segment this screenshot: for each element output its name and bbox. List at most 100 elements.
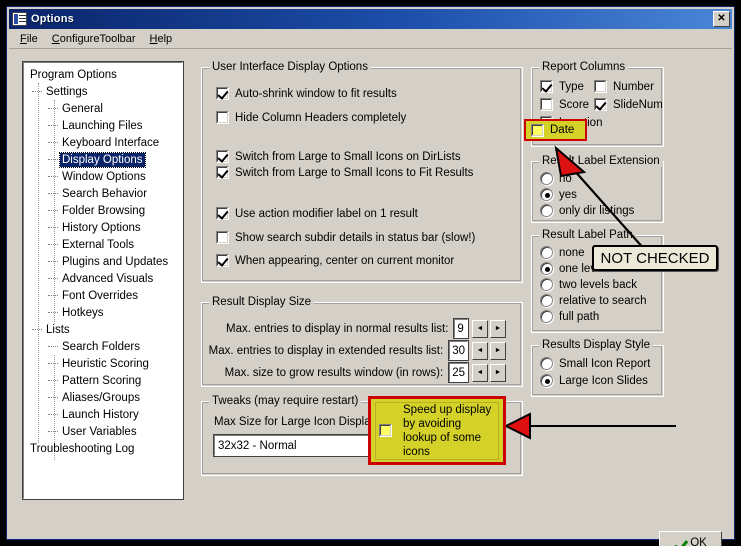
checkbox-switch-small-icons-dirlists[interactable]: Switch from Large to Small Icons on DirL… [216, 150, 461, 163]
tree-item-label: General [62, 102, 103, 115]
checkbox-box[interactable] [216, 254, 229, 267]
checkbox-box[interactable] [216, 150, 229, 163]
tree-item-heuristic-scoring[interactable]: Heuristic Scoring [24, 355, 182, 372]
tree-item-label: Display Options [59, 151, 146, 168]
radio-path-full-path[interactable]: full path [540, 310, 599, 323]
close-icon[interactable]: ✕ [713, 11, 730, 27]
radio-label: none [559, 246, 585, 259]
tree-connector-icon [48, 278, 58, 279]
checkbox-box[interactable] [540, 80, 553, 93]
tree-item-history-options[interactable]: History Options [24, 219, 182, 236]
menu-item-configuretoolbar[interactable]: ConfigureToolbar [45, 31, 143, 47]
tree-item-pattern-scoring[interactable]: Pattern Scoring [24, 372, 182, 389]
spin-left-icon[interactable]: ◄ [472, 363, 488, 382]
tree-item-label: Plugins and Updates [62, 255, 169, 268]
radio-ext-no[interactable]: no [540, 172, 572, 185]
radio-label: two levels back [559, 278, 637, 291]
max-entries-normal-input[interactable]: 9 [453, 318, 469, 339]
checkbox-switch-small-icons-fit-results[interactable]: Switch from Large to Small Icons to Fit … [216, 166, 473, 179]
max-icon-size-combo[interactable]: 32x32 - Normal ▼ [213, 434, 389, 457]
radio-path-relative-to-search[interactable]: relative to search [540, 294, 647, 307]
checkbox-col-date[interactable] [531, 123, 544, 137]
tree-item-label: Search Behavior [62, 187, 148, 200]
max-entries-extended-input[interactable]: 30 [448, 340, 469, 361]
checkbox-center-on-monitor[interactable]: When appearing, center on current monito… [216, 254, 454, 267]
menu-item-help[interactable]: Help [143, 31, 180, 47]
radio-circle[interactable] [540, 310, 553, 323]
ok-button[interactable]: OK [659, 531, 722, 546]
tree-item-window-options[interactable]: Window Options [24, 168, 182, 185]
tree-connector-icon [48, 142, 58, 143]
radio-ext-yes[interactable]: yes [540, 188, 577, 201]
checkbox-hide-column-headers[interactable]: Hide Column Headers completely [216, 111, 406, 124]
radio-circle[interactable] [540, 374, 553, 387]
tree-item-aliases-groups[interactable]: Aliases/Groups [24, 389, 182, 406]
radio-path-two-levels-back[interactable]: two levels back [540, 278, 637, 291]
radio-circle[interactable] [540, 278, 553, 291]
tree-item-font-overrides[interactable]: Font Overrides [24, 287, 182, 304]
spin-right-icon[interactable]: ► [490, 319, 506, 338]
tree-item-launch-history[interactable]: Launch History [24, 406, 182, 423]
tree-item-external-tools[interactable]: External Tools [24, 236, 182, 253]
checkbox-box[interactable] [216, 231, 229, 244]
group-title-label-path: Result Label Path [539, 229, 636, 241]
radio-circle[interactable] [540, 246, 553, 259]
tree-connector-icon [48, 176, 58, 177]
tree-connector-icon [48, 108, 58, 109]
checkbox-auto-shrink[interactable]: Auto-shrink window to fit results [216, 87, 397, 100]
radio-ext-only-dir-listings[interactable]: only dir listings [540, 204, 634, 217]
spinner-normal[interactable]: ◄ ► [472, 319, 506, 338]
spin-right-icon[interactable]: ► [490, 363, 506, 382]
tree-item-advanced-visuals[interactable]: Advanced Visuals [24, 270, 182, 287]
radio-circle[interactable] [540, 262, 553, 275]
tree-item-keyboard-interface[interactable]: Keyboard Interface [24, 134, 182, 151]
tree-item-display-options[interactable]: Display Options [24, 151, 182, 168]
checkbox-box[interactable] [216, 166, 229, 179]
radio-circle[interactable] [540, 172, 553, 185]
spin-right-icon[interactable]: ► [490, 341, 506, 360]
checkbox-box[interactable] [216, 207, 229, 220]
tree-item-lists[interactable]: Lists [24, 321, 182, 338]
checkbox-label: Type [559, 80, 584, 93]
radio-circle[interactable] [540, 188, 553, 201]
menu-item-file[interactable]: File [13, 31, 45, 47]
spinner-grow[interactable]: ◄ ► [472, 363, 506, 382]
tree-item-plugins-and-updates[interactable]: Plugins and Updates [24, 253, 182, 270]
tree-item-general[interactable]: General [24, 100, 182, 117]
checkbox-speedup-icons[interactable] [379, 424, 392, 437]
radio-style-large-icon-slides[interactable]: Large Icon Slides [540, 374, 648, 387]
checkbox-col-type[interactable]: Type [540, 80, 584, 93]
checkbox-box[interactable] [216, 87, 229, 100]
settings-tree[interactable]: Program Options Settings General Launching … [22, 61, 184, 500]
spin-left-icon[interactable]: ◄ [472, 319, 488, 338]
tree-item-settings[interactable]: Settings [24, 83, 182, 100]
tree-item-troubleshooting-log[interactable]: Troubleshooting Log [24, 440, 182, 457]
spinner-extended[interactable]: ◄ ► [472, 341, 506, 360]
checkbox-col-score[interactable]: Score [540, 98, 589, 111]
tree-item-hotkeys[interactable]: Hotkeys [24, 304, 182, 321]
max-grow-rows-input[interactable]: 25 [448, 362, 469, 383]
radio-circle[interactable] [540, 204, 553, 217]
checkbox-show-subdir-details[interactable]: Show search subdir details in status bar… [216, 231, 475, 244]
checkbox-box[interactable] [216, 111, 229, 124]
tree-item-folder-browsing[interactable]: Folder Browsing [24, 202, 182, 219]
radio-path-none[interactable]: none [540, 246, 585, 259]
checkbox-box[interactable] [594, 98, 607, 111]
tree-item-launching-files[interactable]: Launching Files [24, 117, 182, 134]
tree-item-user-variables[interactable]: User Variables [24, 423, 182, 440]
radio-circle[interactable] [540, 357, 553, 370]
tree-item-program-options[interactable]: Program Options [24, 66, 182, 83]
checkbox-col-slidenum[interactable]: SlideNum [594, 98, 663, 111]
tree-item-label: History Options [62, 221, 141, 234]
checkbox-box[interactable] [594, 80, 607, 93]
checkbox-action-modifier-label[interactable]: Use action modifier label on 1 result [216, 207, 418, 220]
checkbox-col-number[interactable]: Number [594, 80, 654, 93]
annotation-highlight-speedup: Speed up display by avoiding lookup of s… [368, 396, 506, 465]
tree-item-search-folders[interactable]: Search Folders [24, 338, 182, 355]
group-title-display-style: Results Display Style [539, 339, 654, 351]
spin-left-icon[interactable]: ◄ [472, 341, 488, 360]
radio-style-small-icon-report[interactable]: Small Icon Report [540, 357, 650, 370]
tree-item-search-behavior[interactable]: Search Behavior [24, 185, 182, 202]
radio-circle[interactable] [540, 294, 553, 307]
checkbox-box[interactable] [540, 98, 553, 111]
